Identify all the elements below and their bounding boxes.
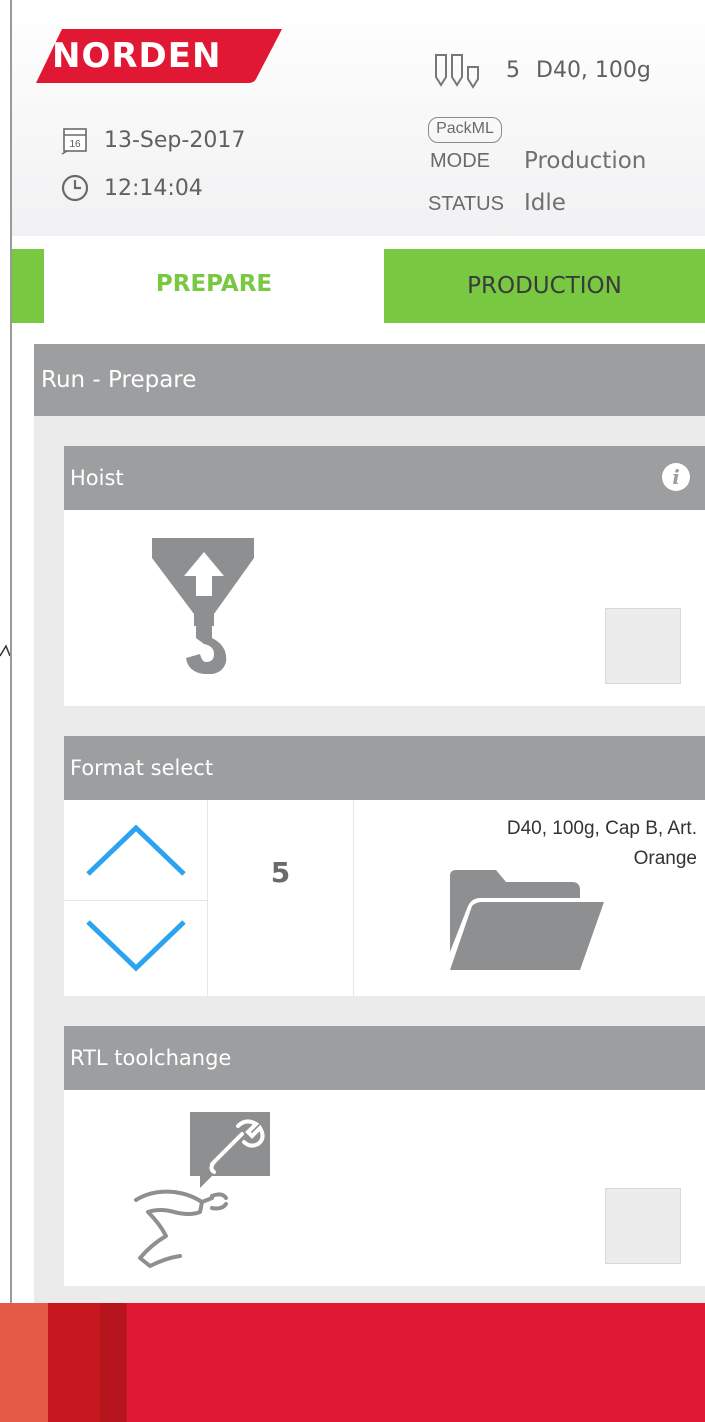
arrow-down-icon[interactable] [84, 916, 188, 974]
run-prepare-panel: Run - Prepare Hoist i Format select 5 D4… [34, 344, 705, 1324]
mode-label: MODE [430, 150, 490, 172]
time-display: 12:14:04 [60, 173, 203, 203]
folder-open-icon[interactable] [448, 868, 608, 972]
tab-prepare[interactable]: PREPARE [44, 236, 384, 323]
bottles-icon [435, 54, 479, 89]
info-icon[interactable]: i [661, 462, 691, 492]
header-bar: NORDEN 16 13-Sep-2017 12:14:04 5 D40, 10… [12, 0, 705, 236]
arrow-up-icon[interactable] [84, 822, 188, 880]
rtl-toolchange-card: RTL toolchange [64, 1026, 705, 1286]
tab-production[interactable]: PRODUCTION [384, 249, 705, 323]
packml-badge: PackML [428, 117, 502, 143]
active-format: 5 D40, 100g [432, 50, 651, 90]
time-text: 12:14:04 [104, 175, 203, 201]
clock-icon [61, 174, 89, 202]
footer-edge [0, 1303, 48, 1422]
grid-divider [353, 800, 354, 996]
format-description: D40, 100g, Cap B, Art. Orange [364, 814, 697, 874]
panel-title: Run - Prepare [34, 344, 705, 416]
tab-bar: PREPARE PRODUCTION [12, 236, 705, 323]
footer-bar [0, 1303, 705, 1422]
rtl-toolchange-title: RTL toolchange [70, 1046, 232, 1070]
hoist-icon [152, 538, 254, 674]
rtl-toolchange-header: RTL toolchange [64, 1026, 705, 1090]
tab-bar-edge [12, 249, 44, 323]
date-display: 16 13-Sep-2017 [60, 125, 245, 155]
robot-wrench-icon [134, 1112, 270, 1268]
brand-name: NORDEN [52, 36, 222, 76]
mode-value: Production [524, 148, 647, 174]
grid-divider [207, 800, 208, 996]
hoist-card: Hoist i [64, 446, 705, 706]
format-short-name: D40, 100g [536, 57, 651, 83]
calendar-icon: 16 [61, 128, 87, 155]
footer-accent [100, 1303, 126, 1422]
svg-text:i: i [672, 465, 680, 489]
hoist-checkbox[interactable] [605, 608, 681, 684]
collapse-caret-icon[interactable] [0, 642, 10, 662]
hoist-card-header: Hoist [64, 446, 705, 510]
main-content: Run - Prepare Hoist i Format select 5 D4… [12, 323, 705, 1324]
format-number: 5 [270, 856, 291, 889]
svg-text:16: 16 [69, 139, 81, 150]
date-text: 13-Sep-2017 [104, 127, 246, 153]
format-number-header: 5 [506, 57, 520, 83]
format-select-card: Format select 5 D40, 100g, Cap B, Art. O… [64, 736, 705, 996]
format-select-header: Format select [64, 736, 705, 800]
rtl-toolchange-checkbox[interactable] [605, 1188, 681, 1264]
grid-divider [64, 900, 207, 901]
format-description-line1: D40, 100g, Cap B, Art. [506, 818, 697, 839]
status-value: Idle [524, 190, 566, 216]
left-window-edge [0, 0, 12, 1422]
app-window: NORDEN 16 13-Sep-2017 12:14:04 5 D40, 10… [0, 0, 705, 1422]
hoist-card-title: Hoist [70, 466, 124, 490]
format-select-title: Format select [70, 756, 214, 780]
status-label: STATUS [428, 193, 504, 215]
